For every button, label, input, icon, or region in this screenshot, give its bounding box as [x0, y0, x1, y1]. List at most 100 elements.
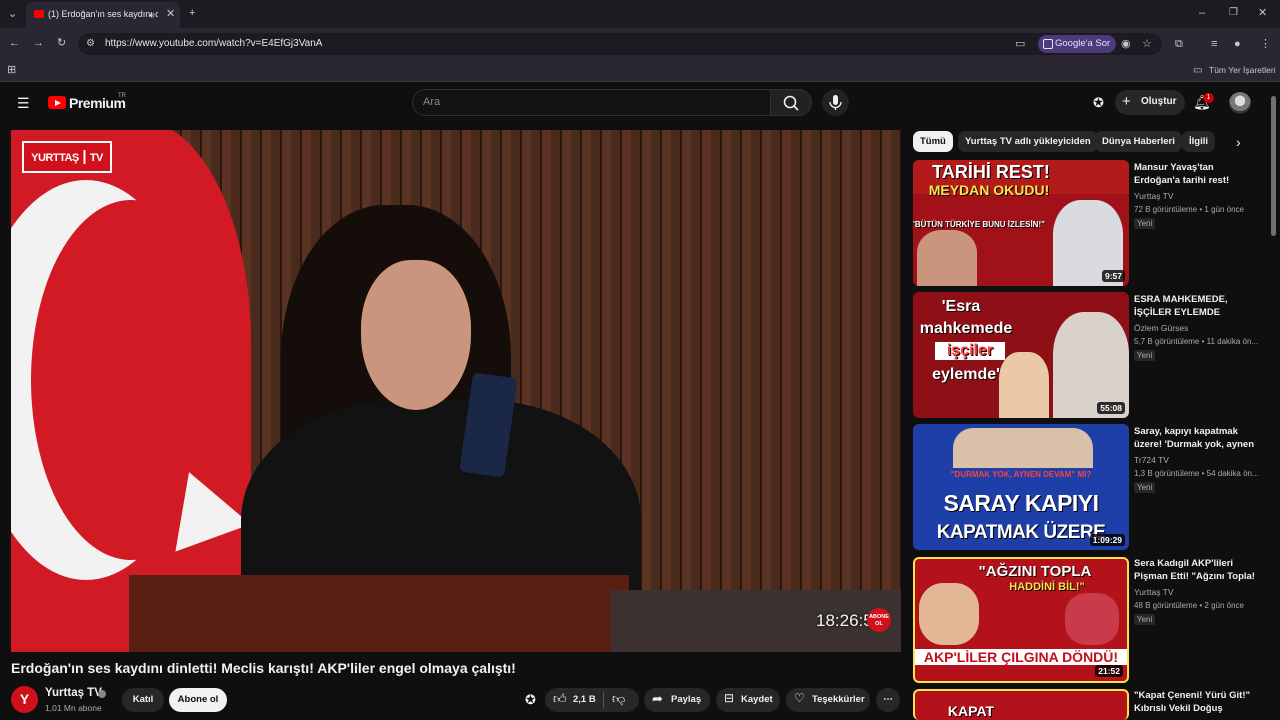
like-count[interactable]: 2,1 B	[573, 694, 596, 705]
account-avatar[interactable]	[1229, 92, 1251, 114]
thumb-headline: 'Esra	[941, 298, 981, 315]
extensions-icon[interactable]: ⧉	[1175, 37, 1183, 51]
channel-name[interactable]: Yurttaş TV	[45, 687, 102, 699]
thumb-headline: "AĞZINI TOPLA	[978, 563, 1092, 580]
hamburger-menu-icon[interactable]: ☰	[17, 95, 30, 112]
thumb-headline: TARİHİ REST!	[932, 162, 1050, 182]
search-input[interactable]	[412, 89, 770, 116]
youtube-logo-text[interactable]: Premium	[69, 95, 126, 111]
video-duration: 1:09:29	[1089, 534, 1125, 546]
thumb-people	[953, 428, 1093, 468]
thumb-banner-text: AKP'LİLER ÇILGINA DÖNDÜ!	[915, 649, 1127, 665]
video-duration: 9:57	[1101, 270, 1125, 282]
reload-icon[interactable]: ↻	[57, 36, 66, 50]
cast-icon[interactable]: ▭	[1015, 37, 1025, 51]
more-actions-button[interactable]: ⋯	[876, 688, 900, 712]
speaker-icon[interactable]: 🔊︎	[149, 8, 155, 22]
recommendation-meta: 48 B görüntüleme • 2 gün önce	[1134, 601, 1244, 610]
new-badge: Yeni	[1134, 614, 1156, 625]
youtube-logo-icon[interactable]	[48, 96, 66, 109]
reading-list-icon[interactable]: ≡	[1211, 37, 1217, 51]
notification-count-badge: 1	[1203, 93, 1214, 103]
site-info-icon[interactable]: ⚙	[86, 37, 95, 51]
recommendation-thumbnail[interactable]: TARİHİ REST! MEYDAN OKUDU! "BÜTÜN TÜRKİY…	[913, 160, 1129, 286]
voice-search-button[interactable]	[822, 89, 849, 116]
plus-icon: +	[1122, 93, 1131, 110]
browser-tab-active[interactable]: (1) Erdoğan'ın ses kaydını d 🔊︎ ✕	[26, 2, 180, 28]
join-button[interactable]: Katıl	[122, 688, 164, 712]
recommendation-channel[interactable]: Yurttaş TV	[1134, 587, 1174, 597]
recommendation-channel[interactable]: Tr724 TV	[1134, 455, 1169, 465]
chip-from-uploader[interactable]: Yurttaş TV adlı yükleyiciden	[958, 131, 1098, 152]
google-ask-button[interactable]: Google'a Sor	[1038, 35, 1117, 53]
chip-related[interactable]: İlgili	[1182, 131, 1215, 152]
tab-list-chevron-icon[interactable]: ⌄	[8, 7, 17, 21]
apps-grid-icon[interactable]: ⊞	[7, 63, 16, 77]
chip-all[interactable]: Tümü	[913, 131, 953, 152]
premium-badge-icon[interactable]: ✪	[1093, 95, 1104, 111]
recommendation-channel[interactable]: Özlem Gürses	[1134, 323, 1188, 333]
recommendation-thumbnail[interactable]: "DURMAK YOK, AYNEN DEVAM" MI? SARAY KAPI…	[913, 424, 1129, 550]
recommendation-thumbnail[interactable]: KAPAT	[913, 689, 1129, 720]
channel-avatar[interactable]: Y	[11, 686, 38, 713]
recommendation-title[interactable]: Mansur Yavaş'tan Erdoğan'a tarihi rest! …	[1134, 161, 1262, 187]
all-bookmarks-link[interactable]: Tüm Yer İşaretleri	[1209, 65, 1276, 75]
thumb-line-4: eylemde'	[932, 366, 1000, 383]
thumb-subheadline: MEYDAN OKUDU!	[928, 182, 1050, 198]
forward-icon[interactable]: →	[33, 36, 44, 50]
recommendation-title[interactable]: Saray, kapıyı kapatmak üzere! 'Durmak yo…	[1134, 425, 1262, 451]
recommendation-title[interactable]: ESRA MAHKEMEDE, İŞÇİLER EYLEMDE	[1134, 293, 1262, 319]
on-screen-clock: 18:26:5	[816, 611, 873, 630]
podium-image	[129, 575, 629, 652]
save-label: Kaydet	[741, 694, 773, 705]
subscribe-overlay-badge[interactable]: ABONE OL	[867, 608, 891, 632]
recommendation-meta: 72 B görüntüleme • 1 gün önce	[1134, 205, 1244, 214]
save-bookmark-icon: ⊟	[724, 691, 735, 705]
recommendation-thumbnail[interactable]: "AĞZINI TOPLA HADDİNİ BİL!" AKP'LİLER ÇI…	[913, 557, 1129, 683]
eye-off-icon[interactable]: ◉	[1121, 37, 1131, 51]
thumb-person-right	[1065, 593, 1119, 645]
browser-menu-icon[interactable]: ⋮	[1260, 37, 1271, 51]
search-placeholder: Ara	[423, 96, 441, 108]
bookmark-star-icon[interactable]: ☆	[1142, 37, 1152, 51]
new-badge: Yeni	[1134, 482, 1156, 493]
restore-icon[interactable]: ❐	[1229, 6, 1238, 20]
recommendation-title[interactable]: "Kapat Çeneni! Yürü Git!" Kıbrıslı Vekil…	[1134, 689, 1262, 715]
subscriber-count: 1,01 Mn abone	[45, 703, 102, 713]
watermark-text: YURTTAŞ	[31, 152, 79, 164]
thumb-headline: SARAY KAPIYI	[943, 490, 1099, 516]
chip-world-news[interactable]: Dünya Haberleri	[1095, 131, 1182, 152]
back-icon[interactable]: ←	[9, 36, 20, 50]
close-window-icon[interactable]: ✕	[1258, 6, 1267, 20]
video-player[interactable]: YURTTAŞ | TV 18:26:5 ABONE OL	[11, 130, 901, 652]
dislike-icon[interactable]: 👎︎	[612, 691, 625, 707]
video-title: Erdoğan'ın ses kaydını dinletti! Meclis …	[11, 660, 516, 676]
search-button[interactable]	[770, 89, 812, 116]
recommendation-thumbnail[interactable]: 'Esra mahkemede işçiler eylemde' 55:08	[913, 292, 1129, 418]
folder-icon: ▭	[1193, 65, 1203, 76]
logo-region: TR	[118, 93, 126, 99]
verified-icon	[98, 690, 106, 698]
recommendation-channel[interactable]: Yurttaş TV	[1134, 191, 1174, 201]
chevron-right-icon[interactable]: ›	[1236, 134, 1241, 150]
thumb-line-3: işçiler	[935, 342, 1005, 360]
bookmarks-bar: ⊞	[0, 58, 1280, 82]
premium-sparkle-icon[interactable]: ✪	[525, 692, 536, 708]
share-label: Paylaş	[671, 694, 702, 705]
thanks-heart-icon: ♡	[794, 691, 805, 705]
watermark-suffix: TV	[89, 152, 104, 164]
recommendation-title[interactable]: Sera Kadıgil AKP'lileri Pişman Etti! "Ağ…	[1134, 557, 1262, 583]
profile-icon[interactable]: ●	[1234, 37, 1241, 51]
new-tab-icon[interactable]: +	[189, 6, 195, 20]
thanks-label: Teşekkürler	[812, 694, 865, 705]
page-scrollbar[interactable]	[1271, 96, 1276, 236]
minimize-icon[interactable]: –	[1199, 6, 1205, 20]
recommendation-meta: 1,3 B görüntüleme • 54 dakika ön...	[1134, 469, 1259, 478]
subscribe-button[interactable]: Abone ol	[169, 688, 227, 712]
like-icon[interactable]: 👍︎	[553, 691, 567, 707]
thumb-person-left	[999, 352, 1049, 418]
microphone-icon	[829, 95, 842, 110]
search-icon	[783, 95, 799, 111]
more-horizontal-icon: ⋯	[883, 694, 893, 705]
close-tab-icon[interactable]: ✕	[166, 7, 175, 21]
